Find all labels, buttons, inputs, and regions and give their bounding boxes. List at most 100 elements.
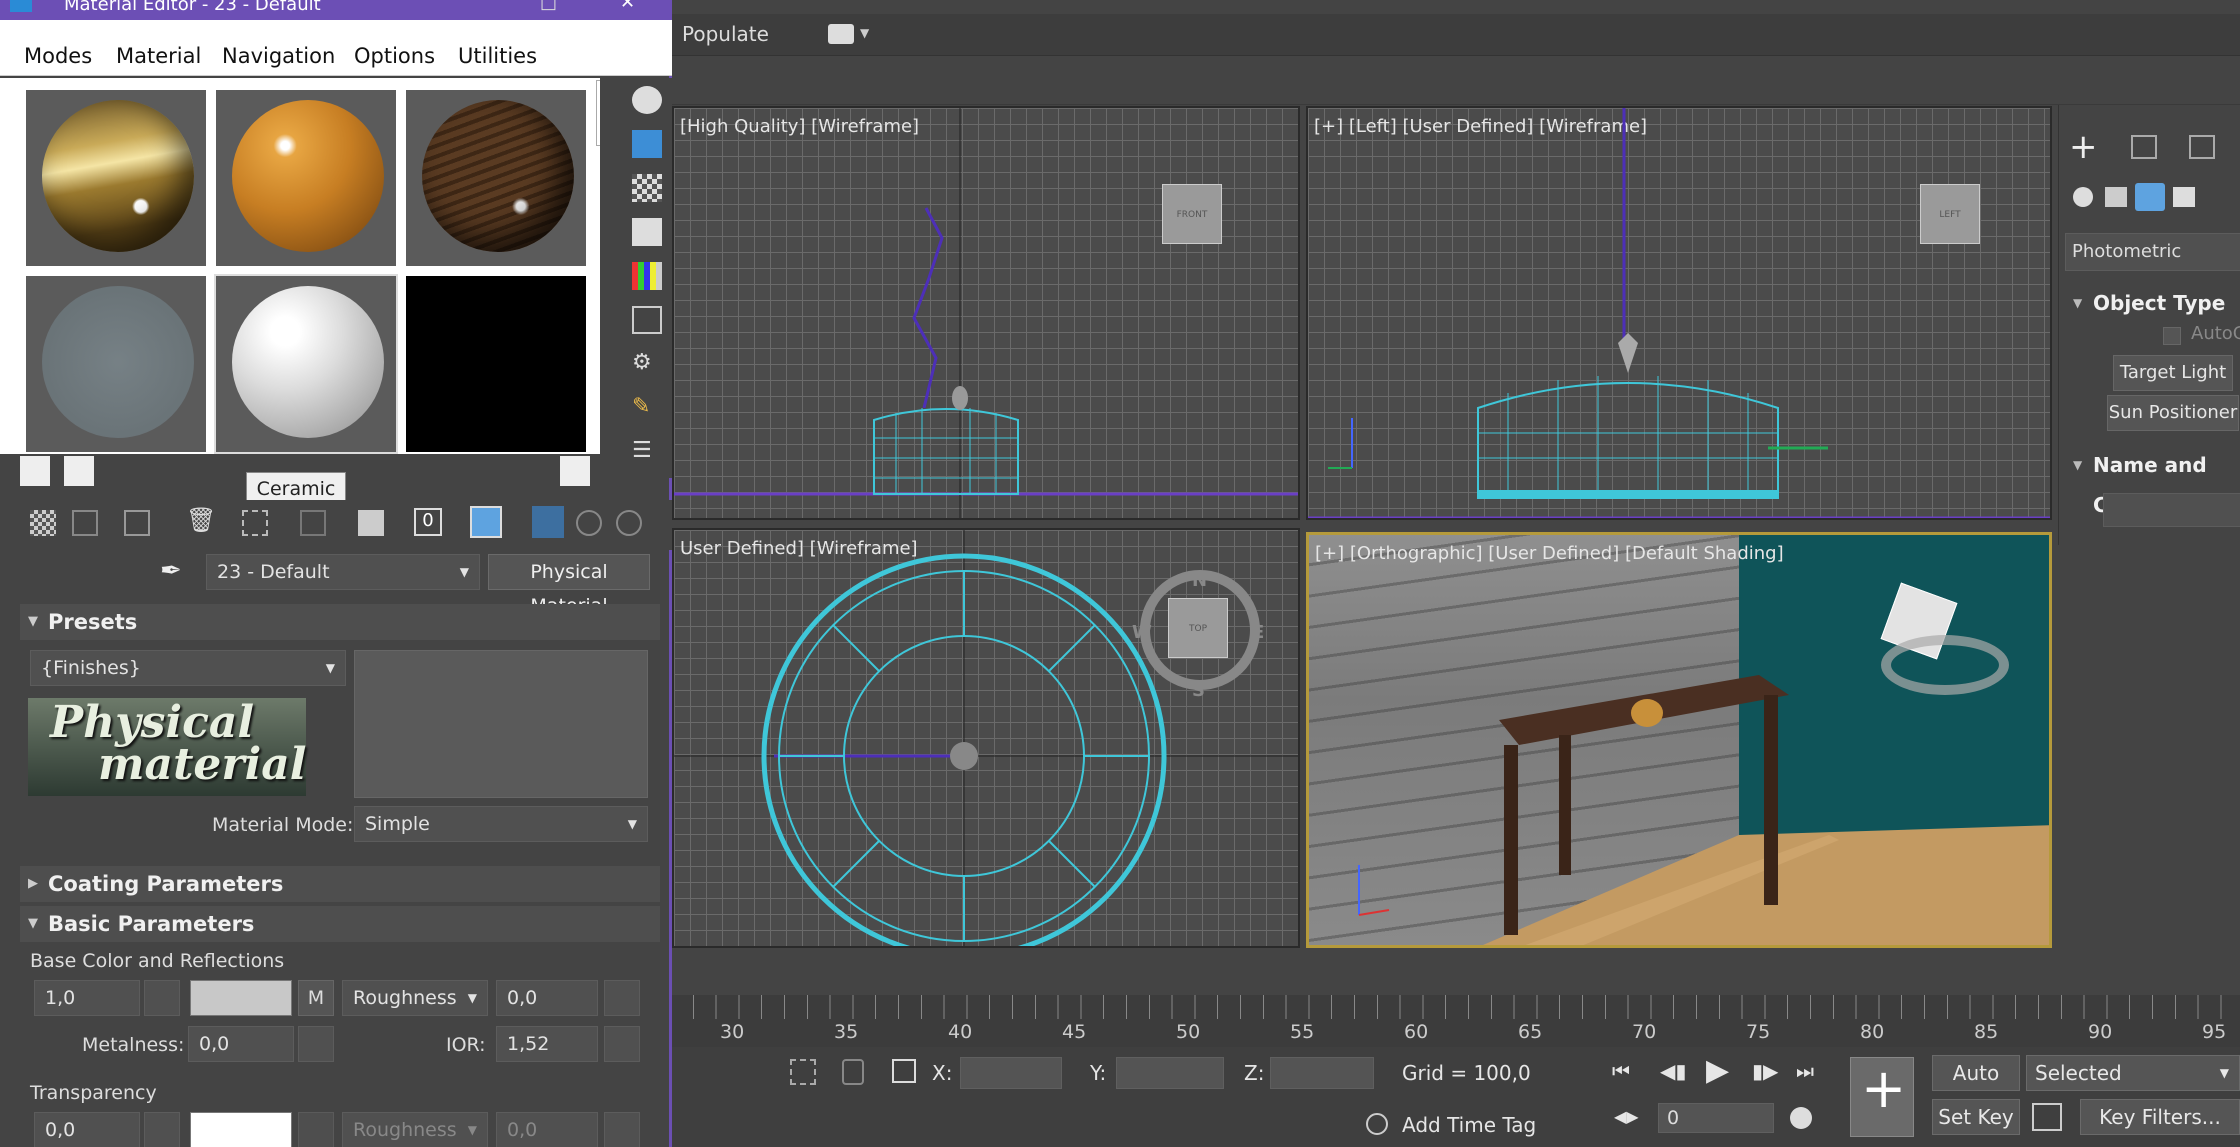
populate-tab[interactable]: Populate	[682, 22, 769, 46]
compass-ring[interactable]	[1881, 635, 2009, 695]
viewport-top[interactable]: User Defined] [Wireframe] TOP N W E S	[672, 528, 1300, 948]
transparency-roughness-spinner[interactable]: 0,0	[496, 1112, 598, 1147]
base-color-map-button[interactable]: M	[298, 980, 334, 1016]
window-title-bar[interactable]: Material Editor - 23 - Default □ ✕	[0, 0, 672, 20]
make-preview-icon[interactable]	[632, 306, 662, 334]
background-icon[interactable]	[632, 174, 662, 202]
previous-frame-icon[interactable]: ◀▮	[1660, 1059, 1686, 1083]
material-mode-dropdown[interactable]: Simple ▼	[354, 806, 648, 842]
slot-scroll-right[interactable]	[64, 456, 94, 486]
maximize-icon[interactable]: □	[540, 0, 557, 13]
show-end-result-icon[interactable]	[532, 506, 564, 538]
lock-icon[interactable]	[842, 1059, 864, 1085]
absolute-mode-icon[interactable]	[892, 1059, 916, 1083]
set-keys-button[interactable]: +	[1850, 1057, 1914, 1137]
key-filters-button[interactable]: Key Filters...	[2080, 1099, 2240, 1135]
transparency-roughness-dropdown[interactable]: Roughness ▼	[342, 1112, 488, 1147]
auto-key-button[interactable]: Auto Key	[1932, 1055, 2020, 1119]
chevron-down-icon[interactable]: ▼	[860, 26, 869, 40]
viewport-label[interactable]: [+] [Orthographic] [User Defined] [Defau…	[1315, 543, 1784, 564]
go-to-start-icon[interactable]: ⏮	[1612, 1059, 1632, 1083]
key-mode-icon[interactable]: ◀▶	[1614, 1107, 1639, 1126]
close-icon[interactable]: ✕	[620, 0, 635, 13]
cameras-icon[interactable]	[2173, 187, 2195, 207]
key-selection-dropdown[interactable]: Selected ▼	[2026, 1055, 2240, 1091]
put-to-scene-icon[interactable]	[72, 510, 98, 536]
material-id-icon[interactable]: 0	[414, 508, 442, 536]
video-color-check-icon[interactable]	[632, 262, 662, 290]
z-coordinate-input[interactable]	[1270, 1057, 1374, 1089]
set-key-button[interactable]: Set Key	[1932, 1099, 2020, 1135]
sample-slot[interactable]	[214, 88, 398, 268]
material-name-field[interactable]: 23 - Default ▼	[206, 554, 480, 590]
target-light-button[interactable]: Target Light	[2113, 355, 2233, 391]
ior-spinner[interactable]: 1,52	[496, 1026, 598, 1062]
play-icon[interactable]: ▶	[1706, 1053, 1729, 1088]
menu-navigation[interactable]: Navigation	[222, 44, 335, 68]
presets-rollout[interactable]: ▼ Presets	[20, 604, 660, 640]
coating-rollout[interactable]: ▶ Coating Parameters	[20, 866, 660, 902]
menu-options[interactable]: Options	[354, 44, 435, 68]
hierarchy-tab-icon[interactable]	[2189, 135, 2215, 159]
metalness-map-button[interactable]	[298, 1026, 334, 1062]
viewcube[interactable]: TOP	[1168, 598, 1228, 658]
make-unique-icon[interactable]	[300, 510, 326, 536]
add-time-tag[interactable]: Add Time Tag	[1402, 1113, 1536, 1137]
slot-scroll-corner[interactable]	[560, 456, 590, 486]
viewport-layout-icon[interactable]	[828, 24, 854, 44]
next-frame-icon[interactable]: ▮▶	[1752, 1059, 1778, 1083]
base-weight-spinner[interactable]: 1,0	[34, 980, 140, 1016]
viewport-front[interactable]: [High Quality] [Wireframe] FRONT	[672, 106, 1300, 520]
name-color-rollout[interactable]: ▼ Name and Col	[2065, 445, 2240, 517]
metalness-spinner[interactable]: 0,0	[188, 1026, 294, 1062]
roughness-map-button[interactable]	[604, 980, 640, 1016]
object-type-rollout[interactable]: ▼ Object Type	[2065, 283, 2240, 323]
transparency-roughness-map-button[interactable]	[604, 1112, 640, 1147]
assign-material-icon[interactable]	[124, 510, 150, 536]
show-in-viewport-icon[interactable]	[470, 506, 502, 538]
viewcube[interactable]: FRONT	[1162, 184, 1222, 244]
category-dropdown[interactable]: Photometric	[2065, 233, 2240, 271]
pick-material-eyedropper-icon[interactable]: ✒	[160, 556, 182, 586]
x-coordinate-input[interactable]	[960, 1057, 1062, 1089]
lights-icon[interactable]	[2135, 183, 2165, 211]
menu-utilities[interactable]: Utilities	[458, 44, 537, 68]
roughness-spinner[interactable]: 0,0	[496, 980, 598, 1016]
sun-positioner-button[interactable]: Sun Positioner	[2107, 395, 2239, 431]
go-to-parent-icon[interactable]	[576, 510, 602, 536]
menu-material[interactable]: Material	[116, 44, 201, 68]
backlight-icon[interactable]	[632, 130, 662, 158]
options-icon[interactable]: ⚙	[632, 350, 662, 378]
sample-slot[interactable]	[404, 88, 588, 268]
sample-slot[interactable]	[404, 274, 588, 454]
slot-scroll-left[interactable]	[20, 456, 50, 486]
viewcube[interactable]: LEFT	[1920, 184, 1980, 244]
sample-uv-tiling-icon[interactable]	[632, 218, 662, 246]
viewport-orthographic[interactable]: [+] [Orthographic] [User Defined] [Defau…	[1306, 532, 2052, 948]
go-to-end-icon[interactable]: ⏭	[1796, 1059, 1814, 1083]
finishes-dropdown[interactable]: {Finishes} ▼	[30, 650, 346, 686]
key-mode-toggle-icon[interactable]	[2032, 1103, 2062, 1131]
modify-tab-icon[interactable]	[2131, 135, 2157, 159]
y-coordinate-input[interactable]	[1116, 1057, 1224, 1089]
delete-icon[interactable]: 🗑	[186, 506, 216, 534]
menu-modes[interactable]: Modes	[24, 44, 92, 68]
basic-parameters-rollout[interactable]: ▼ Basic Parameters	[20, 906, 660, 942]
geometry-icon[interactable]	[2073, 187, 2093, 207]
base-color-swatch[interactable]	[190, 980, 292, 1016]
transparency-color-swatch[interactable]	[190, 1112, 292, 1147]
current-frame-input[interactable]: 0	[1658, 1103, 1774, 1133]
select-by-material-icon[interactable]: ✎	[632, 394, 662, 422]
sample-type-icon[interactable]	[632, 86, 662, 114]
get-material-icon[interactable]	[30, 510, 56, 536]
copy-material-icon[interactable]	[242, 510, 268, 536]
autogrid-checkbox[interactable]	[2163, 327, 2181, 345]
viewport-left[interactable]: [+] [Left] [User Defined] [Wireframe] LE…	[1306, 106, 2052, 520]
put-to-library-icon[interactable]	[358, 510, 384, 536]
material-map-navigator-icon[interactable]: ☰	[632, 438, 662, 466]
go-forward-sibling-icon[interactable]	[616, 510, 642, 536]
sample-slot-selected[interactable]	[214, 274, 398, 454]
transparency-weight-map-button[interactable]	[144, 1112, 180, 1147]
isolate-icon[interactable]	[790, 1059, 816, 1085]
roughness-mode-dropdown[interactable]: Roughness ▼	[342, 980, 488, 1016]
